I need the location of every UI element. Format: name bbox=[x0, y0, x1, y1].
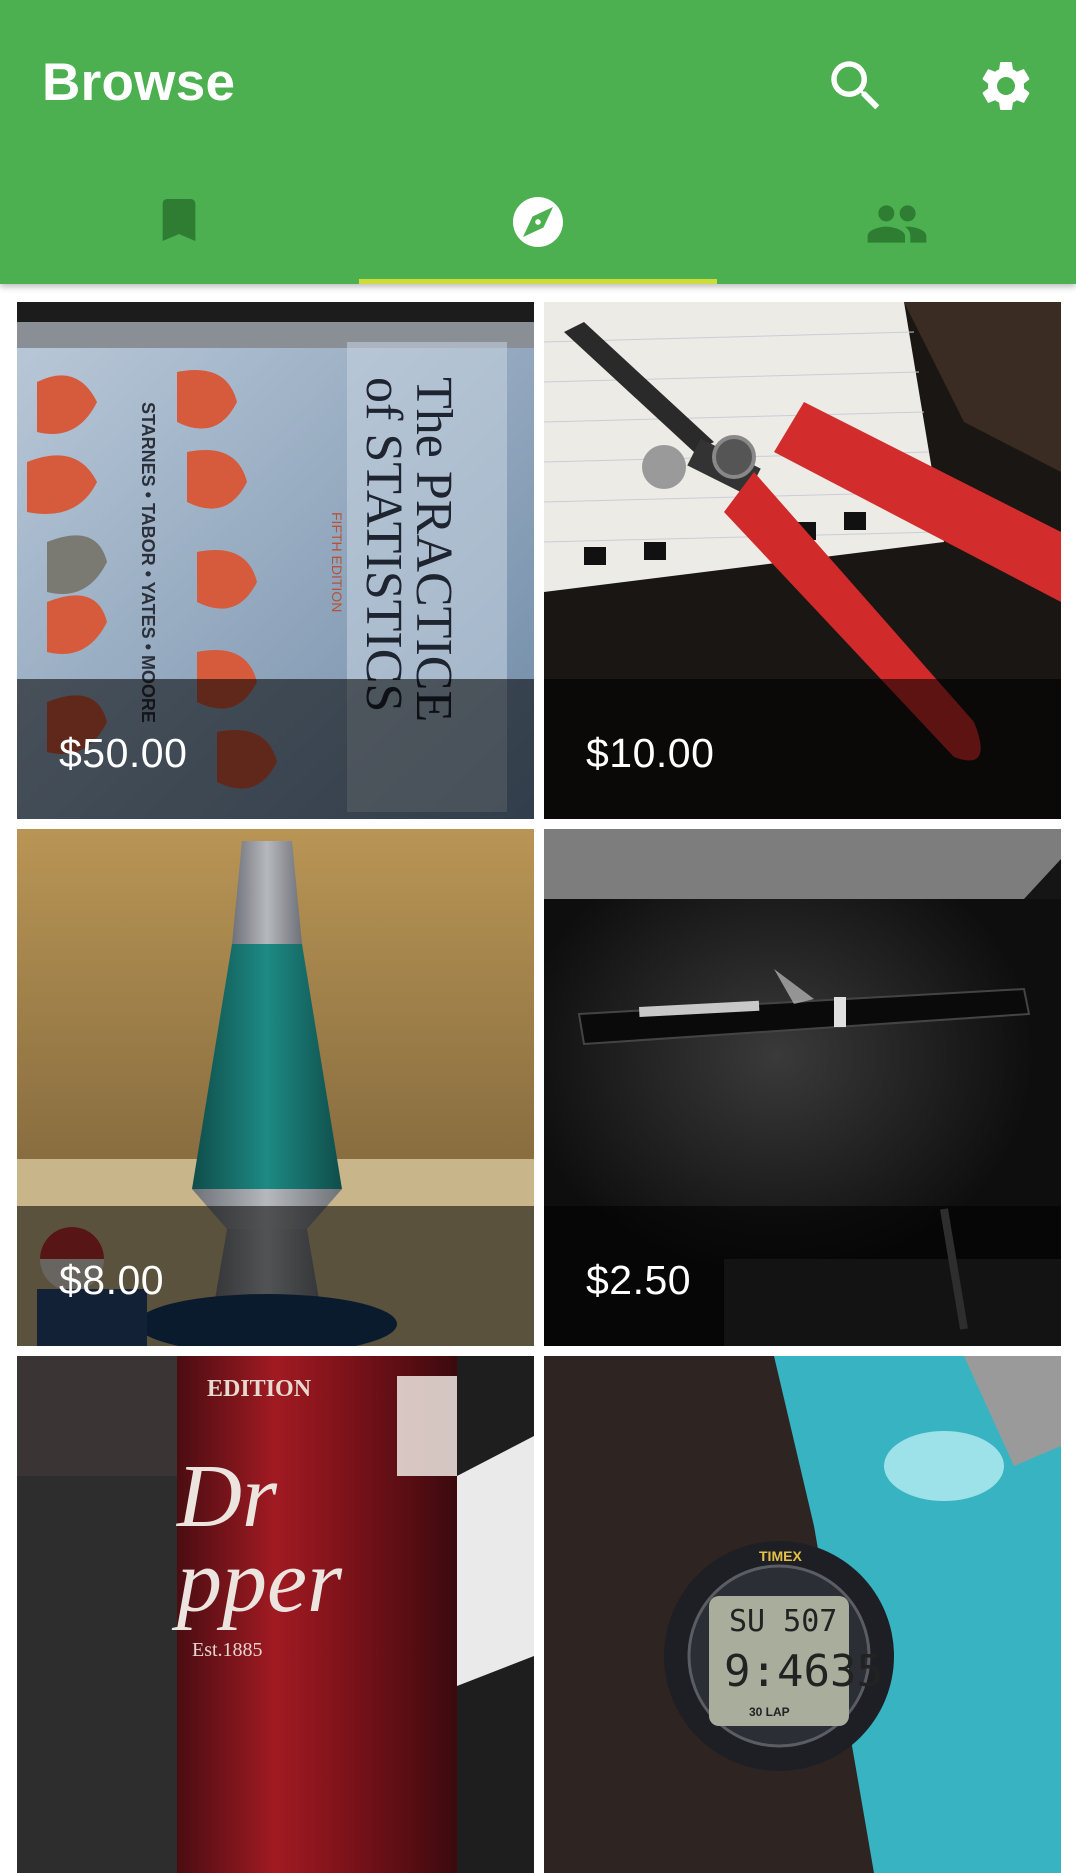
svg-text:SU 507: SU 507 bbox=[729, 1604, 837, 1639]
svg-text:TIMEX: TIMEX bbox=[759, 1548, 802, 1564]
settings-button[interactable] bbox=[960, 40, 1052, 132]
listing-photo: TIMEX SU 507 9:4635 30 LAP bbox=[544, 1356, 1061, 1873]
tab-browse[interactable] bbox=[358, 170, 718, 284]
search-icon bbox=[831, 61, 880, 110]
svg-text:30 LAP: 30 LAP bbox=[749, 1705, 790, 1719]
svg-text:of STATISTICS: of STATISTICS bbox=[355, 377, 412, 712]
listing-card[interactable]: EDITION Dr pper Est.1885 bbox=[17, 1356, 534, 1873]
tab-indicator bbox=[0, 279, 359, 284]
gear-icon bbox=[982, 61, 1030, 110]
listing-card[interactable]: $2.50 bbox=[544, 829, 1061, 1346]
people-icon bbox=[867, 205, 927, 243]
svg-text:EDITION: EDITION bbox=[207, 1376, 312, 1402]
tab-indicator-active bbox=[358, 279, 718, 284]
listing-card[interactable]: The PRACTICE of STATISTICS FIFTH EDITION… bbox=[17, 302, 534, 819]
listing-photo: EDITION Dr pper Est.1885 bbox=[17, 1356, 534, 1873]
listing-price: $10.00 bbox=[586, 730, 715, 776]
svg-text:9:4635: 9:4635 bbox=[724, 1646, 883, 1697]
svg-text:STARNES • TABOR • YATES • MOOR: STARNES • TABOR • YATES • MOORE bbox=[138, 402, 158, 723]
listing-card[interactable]: TIMEX SU 507 9:4635 30 LAP bbox=[544, 1356, 1061, 1873]
svg-text:FIFTH EDITION: FIFTH EDITION bbox=[329, 512, 345, 612]
bookmark-icon bbox=[162, 199, 196, 241]
listing-price: $50.00 bbox=[59, 730, 188, 776]
listing-price: $2.50 bbox=[586, 1257, 692, 1303]
svg-text:The PRACTICE: The PRACTICE bbox=[405, 377, 462, 722]
listing-price: $8.00 bbox=[59, 1257, 165, 1303]
tab-indicator bbox=[717, 279, 1076, 284]
listing-card[interactable]: $8.00 bbox=[17, 829, 534, 1346]
tab-people[interactable] bbox=[717, 170, 1076, 284]
app-bar: Browse bbox=[0, 0, 1076, 284]
tab-saved[interactable] bbox=[0, 170, 359, 284]
tab-bar bbox=[0, 170, 1076, 284]
svg-text:Est.1885: Est.1885 bbox=[192, 1639, 263, 1661]
compass-icon bbox=[513, 197, 563, 247]
page-title: Browse bbox=[42, 53, 236, 112]
search-button[interactable] bbox=[810, 40, 902, 132]
svg-text:pper: pper bbox=[171, 1532, 343, 1631]
listing-card[interactable]: $10.00 bbox=[544, 302, 1061, 819]
